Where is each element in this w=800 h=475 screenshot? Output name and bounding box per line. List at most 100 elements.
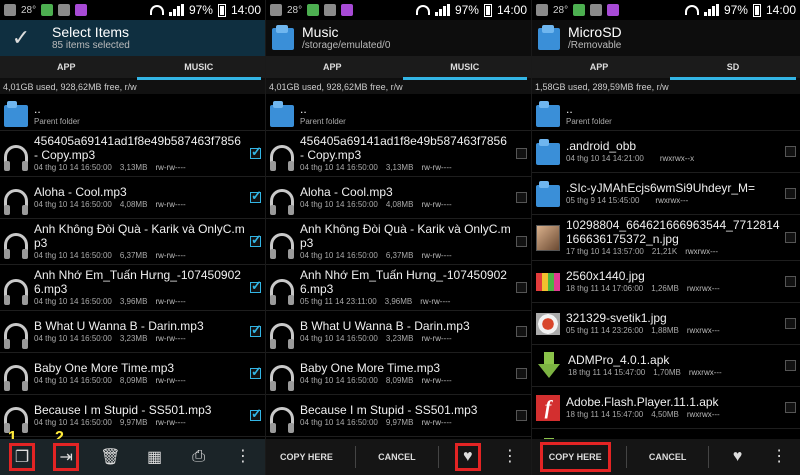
tab-app[interactable]: APP <box>532 56 666 78</box>
file-row[interactable]: Anh Nhớ Em_Tuấn Hưng_-1074509026.mp3 04 t… <box>0 265 265 311</box>
file-row[interactable]: .SIc-yJMAhEcjs6wmSi9Uhdeyr_M= 05 thg 9 14… <box>532 173 800 215</box>
favorite-button[interactable]: ♥ <box>454 443 481 471</box>
select-checkbox[interactable] <box>516 368 527 379</box>
file-row[interactable]: 321329-svetik1.jpg 05 thg 11 14 23:26:00 1… <box>532 303 800 345</box>
select-checkbox[interactable] <box>250 364 262 380</box>
file-row[interactable]: Anh Không Đòi Quà - Karik và OnlyC.mp3 04… <box>0 219 265 265</box>
file-date: 04 thg 10 14 16:50:00 <box>300 376 378 385</box>
file-date: 04 thg 10 14 16:50:00 <box>300 200 378 209</box>
notification-icon <box>270 4 282 16</box>
file-row[interactable]: B What U Wanna B - Darin.mp3 04 thg 10 14… <box>0 311 265 353</box>
select-checkbox[interactable] <box>785 402 796 413</box>
select-checkbox[interactable] <box>250 232 262 248</box>
select-checkbox[interactable] <box>785 146 796 157</box>
file-row[interactable]: Aloha - Cool.mp3 04 thg 10 14 16:50:00 4,0… <box>0 177 265 219</box>
copy-button[interactable]: ❐ <box>9 443 36 471</box>
select-checkbox[interactable] <box>250 188 262 204</box>
select-checkbox[interactable] <box>785 318 796 329</box>
file-permissions: rw-rw---- <box>421 376 452 385</box>
overflow-menu-button[interactable]: ⋮ <box>497 443 523 471</box>
file-row[interactable]: .android_obb 04 thg 10 14 14:21:00 rwxrwx-… <box>532 131 800 173</box>
heart-icon: ♥ <box>732 448 743 465</box>
delete-button[interactable]: 🗑 <box>97 443 123 471</box>
select-checkbox[interactable] <box>250 406 262 422</box>
file-size: 6,37MB <box>119 251 148 260</box>
select-checkbox[interactable] <box>785 360 796 371</box>
file-row[interactable]: 2560x1440.jpg 18 thg 11 14 17:06:00 1,26MB… <box>532 261 800 303</box>
select-checkbox[interactable] <box>516 410 527 421</box>
select-checkbox[interactable] <box>785 232 796 243</box>
compress-button[interactable]: ⎙ <box>186 443 212 471</box>
file-permissions: rwxrwx--x <box>659 154 695 163</box>
file-name: 2560x1440.jpg <box>566 269 645 283</box>
file-permissions: rwxrwx--- <box>685 247 719 256</box>
more-vertical-icon: ⋮ <box>771 448 788 465</box>
notification-icon <box>590 4 603 16</box>
select-checkbox[interactable] <box>516 282 527 293</box>
tab-app[interactable]: APP <box>0 56 133 78</box>
file-date: 05 thg 11 14 23:11:00 <box>300 297 377 306</box>
select-checkbox[interactable] <box>516 192 527 203</box>
cancel-button[interactable]: CANCEL <box>372 442 422 472</box>
battery-percent: 97% <box>454 3 479 17</box>
done-check-icon[interactable]: ✓ <box>6 23 36 53</box>
select-checkbox[interactable] <box>250 322 262 338</box>
select-checkbox[interactable] <box>250 278 262 294</box>
file-row[interactable]: Baby One More Time.mp3 04 thg 10 14 16:50… <box>0 353 265 395</box>
copy-here-button[interactable]: COPY HERE <box>539 442 611 472</box>
cancel-button[interactable]: CANCEL <box>643 442 693 472</box>
file-row[interactable]: Anh Không Đòi Quà - Karik và OnlyC.mp3 04… <box>266 219 531 265</box>
select-checkbox[interactable] <box>785 188 796 199</box>
overflow-menu-button[interactable]: ⋮ <box>766 443 792 471</box>
file-row[interactable]: 456405a69141ad1f8e49b587463f7856 - Copy.… <box>0 131 265 177</box>
tab-music[interactable]: MUSIC <box>399 56 532 80</box>
battery-icon <box>217 3 226 17</box>
folder-icon[interactable] <box>272 25 294 51</box>
move-button[interactable]: ⇥ <box>53 443 80 471</box>
file-name: Because I m Stupid - SS501.mp3 <box>34 403 212 417</box>
folder-icon[interactable] <box>538 25 560 51</box>
file-row[interactable]: f Adobe.Flash.Player.11.1.apk 18 thg 11 14… <box>532 387 800 429</box>
copy-here-button[interactable]: COPY HERE <box>274 442 339 472</box>
tab-music[interactable]: MUSIC <box>133 56 266 80</box>
parent-folder-row[interactable]: .. Parent folder <box>0 98 265 131</box>
parent-folder-row[interactable]: .. Parent folder <box>532 98 800 131</box>
select-checkbox[interactable] <box>785 276 796 287</box>
file-date: 18 thg 11 14 15:47:00 <box>568 368 646 377</box>
favorite-button[interactable]: ♥ <box>725 443 751 471</box>
file-row[interactable]: Because I m Stupid - SS501.mp3 04 thg 10 … <box>0 395 265 437</box>
file-row[interactable]: ADMPro_4.0.1.apk 18 thg 11 14 15:47:00 1,7… <box>532 345 800 387</box>
file-name: Anh Không Đòi Quà - Karik và OnlyC.mp3 <box>34 222 245 250</box>
headphones-icon <box>270 364 294 391</box>
file-row[interactable]: B What U Wanna B - Darin.mp3 04 thg 10 14… <box>266 311 531 353</box>
tab-sd[interactable]: SD <box>666 56 800 80</box>
tab-app[interactable]: APP <box>266 56 399 78</box>
file-permissions: rw-rw---- <box>155 376 186 385</box>
file-row[interactable]: Aloha - Cool.mp3 04 thg 10 14 16:50:00 4,0… <box>266 177 531 219</box>
select-checkbox[interactable] <box>250 144 262 160</box>
file-date: 04 thg 10 14 16:50:00 <box>300 334 378 343</box>
select-checkbox[interactable] <box>516 236 527 247</box>
file-row[interactable]: 456405a69141ad1f8e49b587463f7856 - Copy.… <box>266 131 531 177</box>
image-thumbnail-icon <box>536 272 560 291</box>
row-text: Anh Không Đòi Quà - Karik và OnlyC.mp3 04… <box>34 222 246 261</box>
download-arrow-icon <box>536 351 562 380</box>
file-row[interactable]: 10298804_664621666963544_771281416663617… <box>532 215 800 261</box>
file-permissions: rw-rw---- <box>155 297 186 306</box>
viber-icon <box>75 4 88 16</box>
select-checkbox[interactable] <box>516 326 527 337</box>
action-bar-titles: MicroSD/Removable <box>568 24 622 51</box>
file-name: Because I m Stupid - SS501.mp3 <box>300 403 478 417</box>
headphones-icon <box>4 406 28 433</box>
file-row[interactable]: Advanced_Download_Manager 3.6.6.1_[www.D… <box>532 429 800 439</box>
wifi-icon <box>684 5 699 15</box>
storage-info: 4,01GB used, 928,62MB free, r/w <box>266 80 531 94</box>
file-row[interactable]: Anh Nhớ Em_Tuấn Hưng_-1074509026.mp3 05 t… <box>266 265 531 311</box>
parent-folder-row[interactable]: .. Parent folder <box>266 98 531 131</box>
signal-icon <box>168 4 184 16</box>
file-row[interactable]: Because I m Stupid - SS501.mp3 04 thg 10 … <box>266 395 531 437</box>
select-checkbox[interactable] <box>516 148 527 159</box>
file-row[interactable]: Baby One More Time.mp3 04 thg 10 14 16:50… <box>266 353 531 395</box>
select-all-button[interactable]: ▦ <box>142 443 168 471</box>
overflow-menu-button[interactable]: ⋮ <box>230 443 256 471</box>
